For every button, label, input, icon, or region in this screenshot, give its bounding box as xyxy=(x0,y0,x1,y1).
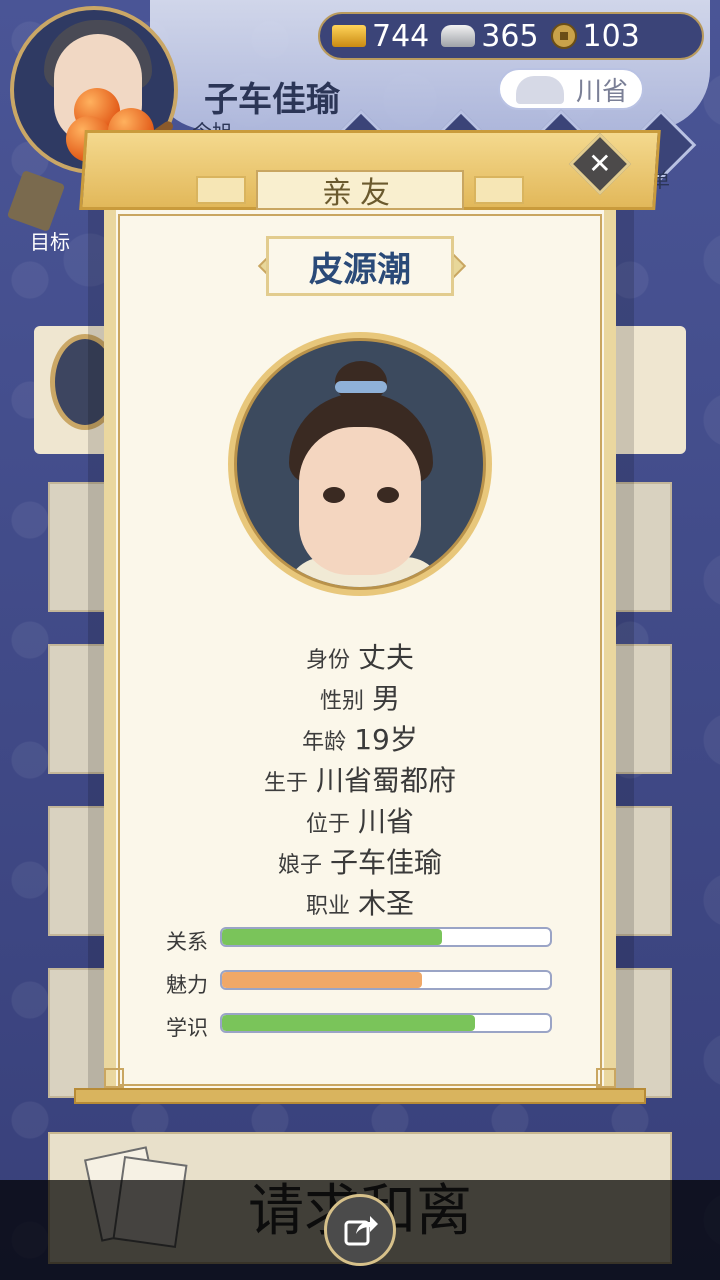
iron-icon xyxy=(516,76,564,104)
stat-label-charm: 魅力 xyxy=(166,973,208,997)
relative-portrait xyxy=(228,332,492,596)
title-ornament xyxy=(196,176,246,204)
coin-resource: 103 xyxy=(550,18,640,54)
gold-amount: 744 xyxy=(372,18,430,54)
info-gender: 性别男 xyxy=(104,677,616,717)
share-button[interactable] xyxy=(324,1194,396,1266)
relative-name-plate: 皮源潮 xyxy=(266,236,454,296)
corner-ornament xyxy=(104,1068,124,1088)
info-value: 川省 xyxy=(358,805,415,838)
player-name: 子车佳瑜 xyxy=(204,80,340,120)
silver-ingot-icon xyxy=(441,25,476,47)
share-icon xyxy=(344,1216,378,1246)
info-value: 子车佳瑜 xyxy=(330,846,443,879)
info-value: 19岁 xyxy=(354,723,418,756)
gold-ingot-icon xyxy=(332,25,366,47)
info-key: 年龄 xyxy=(302,730,347,755)
charm-bar-fill xyxy=(222,972,423,988)
info-value: 木圣 xyxy=(358,887,415,920)
resource-bar: 744 365 103 xyxy=(318,12,704,60)
info-wife: 娘子 子车佳瑜 xyxy=(104,841,616,881)
silver-amount: 365 xyxy=(481,18,539,54)
stat-label-knowledge: 学识 xyxy=(166,1016,208,1040)
scroll-bottom-rod xyxy=(74,1088,646,1104)
info-key: 位于 xyxy=(305,812,350,837)
relationship-bar xyxy=(220,927,552,947)
corner-ornament xyxy=(596,1068,616,1088)
knowledge-bar-fill xyxy=(222,1015,475,1031)
info-value: 川省蜀都府 xyxy=(316,764,457,797)
info-key: 娘子 xyxy=(277,853,322,878)
info-age: 年龄 19岁 xyxy=(104,718,616,758)
info-location: 位于 川省 xyxy=(104,800,616,840)
target-label[interactable]: 目标 xyxy=(30,226,70,255)
close-icon: ✕ xyxy=(588,147,612,180)
charm-bar xyxy=(220,970,552,990)
info-value: 丈夫 xyxy=(358,641,415,674)
info-identity: 身份 丈夫 xyxy=(104,636,616,676)
knowledge-bar xyxy=(220,1013,552,1033)
relative-name: 皮源潮 xyxy=(309,249,411,290)
copper-coin-icon xyxy=(550,23,577,49)
info-value: 男 xyxy=(372,682,401,715)
title-ornament xyxy=(474,176,524,204)
info-key: 身份 xyxy=(305,648,350,673)
modal-title: 亲友 xyxy=(256,170,464,211)
region-label: 川省 xyxy=(575,76,628,107)
region-button[interactable]: 川省 xyxy=(498,68,644,110)
info-key: 生于 xyxy=(263,771,308,796)
gold-resource: 744 xyxy=(332,19,429,54)
coin-amount: 103 xyxy=(582,18,640,54)
info-key: 性别 xyxy=(319,689,364,714)
stat-label-relationship: 关系 xyxy=(166,930,208,954)
info-birthplace: 生于 川省蜀都府 xyxy=(104,759,616,799)
modal-title-text: 亲友 xyxy=(322,176,398,211)
info-key: 职业 xyxy=(305,894,350,919)
relationship-bar-fill xyxy=(222,929,442,945)
info-occupation: 职业 木圣 xyxy=(104,882,616,922)
silver-resource: 365 xyxy=(441,18,539,54)
